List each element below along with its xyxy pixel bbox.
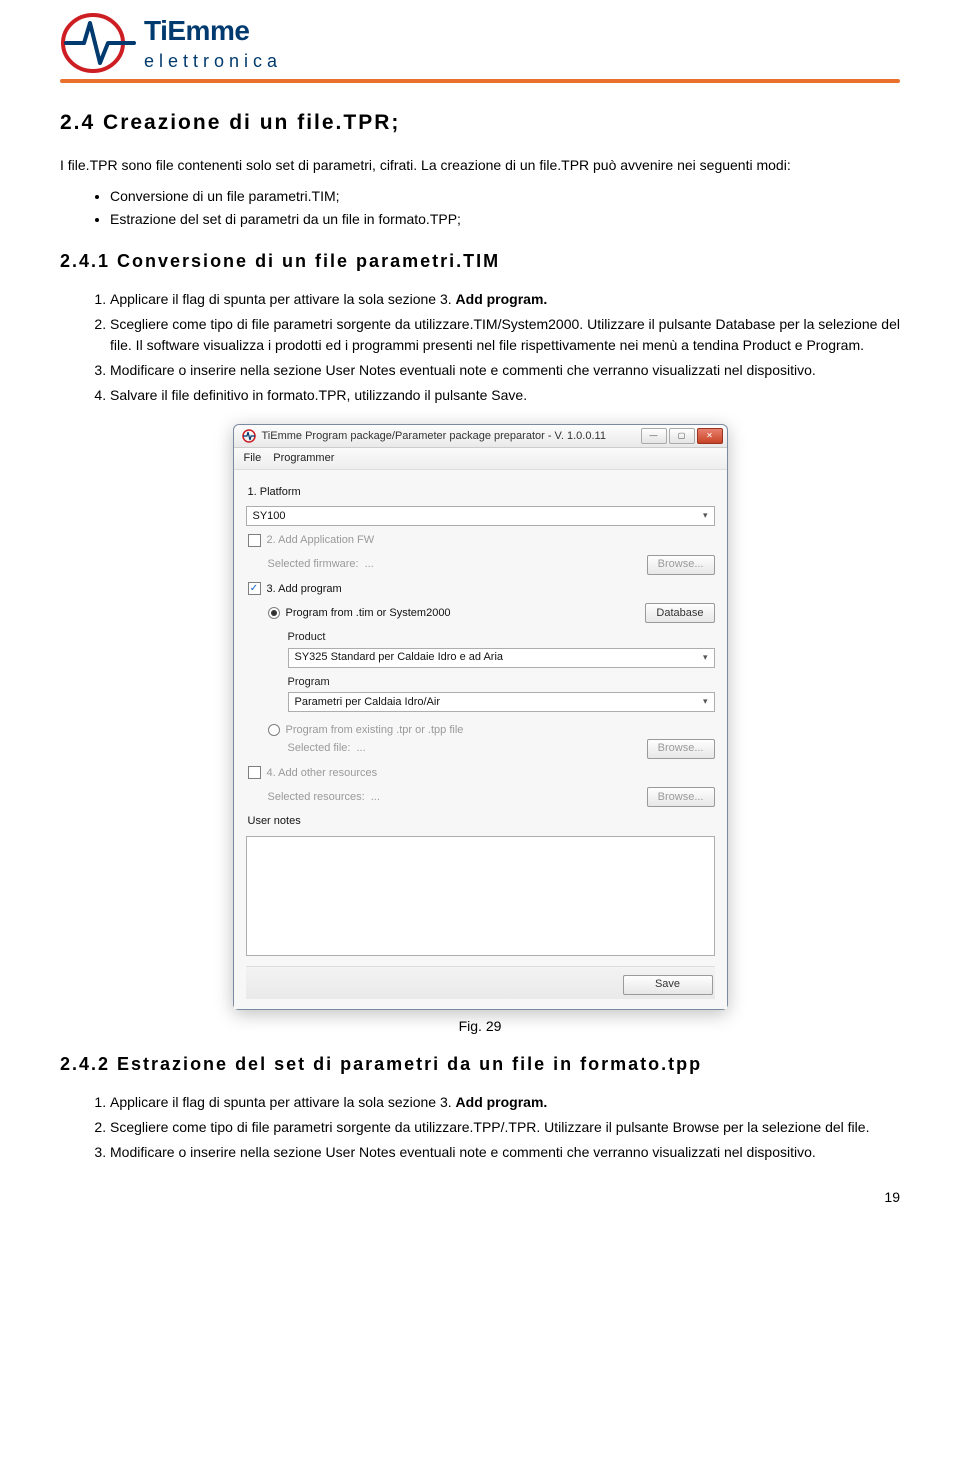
browse-program-file-button[interactable]: Browse...	[647, 739, 715, 759]
logo-text: TiEmme elettronica	[144, 10, 282, 75]
chevron-down-icon: ▾	[703, 695, 708, 709]
database-button[interactable]: Database	[645, 603, 714, 623]
header-rule	[60, 79, 900, 83]
section-2-4-title: 2.4 Creazione di un file.TPR;	[60, 107, 900, 139]
section-3-row: 3. Add program	[248, 581, 713, 598]
step-item: Applicare il flag di spunta per attivare…	[110, 289, 900, 310]
section-4-label: 4. Add other resources	[267, 765, 378, 782]
menu-item-file[interactable]: File	[244, 450, 262, 467]
chevron-down-icon: ▾	[703, 509, 708, 523]
selected-file-value: ...	[356, 740, 365, 757]
chevron-down-icon: ▾	[703, 651, 708, 665]
page-header: TiEmme elettronica	[60, 0, 900, 79]
step-item: Scegliere come tipo di file parametri so…	[110, 1117, 900, 1138]
step-item: Applicare il flag di spunta per attivare…	[110, 1092, 900, 1113]
user-notes-textarea[interactable]	[246, 836, 715, 956]
section-2-4-1-steps: Applicare il flag di spunta per attivare…	[110, 289, 900, 406]
browse-firmware-button[interactable]: Browse...	[647, 555, 715, 575]
menu-item-programmer[interactable]: Programmer	[273, 450, 334, 467]
step-item: Modificare o inserire nella sezione User…	[110, 360, 900, 381]
section-3-label: 3. Add program	[267, 581, 342, 598]
section-2-4-bullets: Conversione di un file parametri.TIM; Es…	[110, 186, 900, 230]
menu-bar: File Programmer	[234, 448, 727, 470]
program-value: Parametri per Caldaia Idro/Air	[295, 694, 441, 711]
section-2-checkbox[interactable]	[248, 534, 261, 547]
minimize-button[interactable]: —	[641, 428, 667, 444]
platform-combo[interactable]: SY100 ▾	[246, 506, 715, 526]
radio-tpr-tpp[interactable]	[268, 724, 280, 736]
brand-bot: elettronica	[144, 48, 282, 75]
step-item: Modificare o inserire nella sezione User…	[110, 1142, 900, 1163]
user-notes-label: User notes	[248, 813, 713, 830]
close-button[interactable]: ✕	[697, 428, 723, 444]
save-button[interactable]: Save	[623, 975, 713, 995]
section-2-4-2-title: 2.4.2 Estrazione del set di parametri da…	[60, 1051, 900, 1078]
maximize-button[interactable]: ▢	[669, 428, 695, 444]
logo-mark	[60, 13, 140, 73]
section-3-checkbox[interactable]	[248, 582, 261, 595]
section-2-row: 2. Add Application FW	[248, 532, 713, 549]
product-label: Product	[288, 629, 715, 646]
section-4-row: 4. Add other resources	[248, 765, 713, 782]
page-number: 19	[60, 1187, 900, 1208]
selected-firmware-value: ...	[365, 556, 374, 573]
brand-top: TiEmme	[144, 10, 282, 52]
product-value: SY325 Standard per Caldaie Idro e ad Ari…	[295, 649, 504, 666]
selected-file-label: Selected file:	[288, 740, 351, 757]
program-label: Program	[288, 674, 715, 691]
section-2-4-1-title: 2.4.1 Conversione di un file parametri.T…	[60, 248, 900, 275]
bullet-item: Estrazione del set di parametri da un fi…	[110, 209, 900, 230]
radio-tim-system2000[interactable]	[268, 607, 280, 619]
bullet-item: Conversione di un file parametri.TIM;	[110, 186, 900, 207]
radio-tim-label: Program from .tim or System2000	[286, 605, 451, 622]
program-combo[interactable]: Parametri per Caldaia Idro/Air ▾	[288, 692, 715, 712]
product-combo[interactable]: SY325 Standard per Caldaie Idro e ad Ari…	[288, 648, 715, 668]
figure-caption: Fig. 29	[60, 1016, 900, 1037]
selected-resources-label: Selected resources:	[268, 789, 365, 806]
radio-tpr-label: Program from existing .tpr or .tpp file	[286, 722, 464, 739]
window-titlebar: TiEmme Program package/Parameter package…	[234, 425, 727, 449]
section-4-checkbox[interactable]	[248, 766, 261, 779]
app-icon	[242, 429, 256, 443]
step-item: Salvare il file definitivo in formato.TP…	[110, 385, 900, 406]
section-2-label: 2. Add Application FW	[267, 532, 375, 549]
section-2-4-2-steps: Applicare il flag di spunta per attivare…	[110, 1092, 900, 1163]
selected-firmware-label: Selected firmware:	[268, 556, 359, 573]
window-title: TiEmme Program package/Parameter package…	[262, 428, 606, 445]
step-item: Scegliere come tipo di file parametri so…	[110, 314, 900, 356]
section-2-4-intro: I file.TPR sono file contenenti solo set…	[60, 155, 900, 176]
browse-resources-button[interactable]: Browse...	[647, 787, 715, 807]
selected-resources-value: ...	[371, 789, 380, 806]
platform-value: SY100	[253, 508, 286, 525]
app-window: TiEmme Program package/Parameter package…	[233, 424, 728, 1010]
section-1-platform-label: 1. Platform	[248, 484, 713, 501]
